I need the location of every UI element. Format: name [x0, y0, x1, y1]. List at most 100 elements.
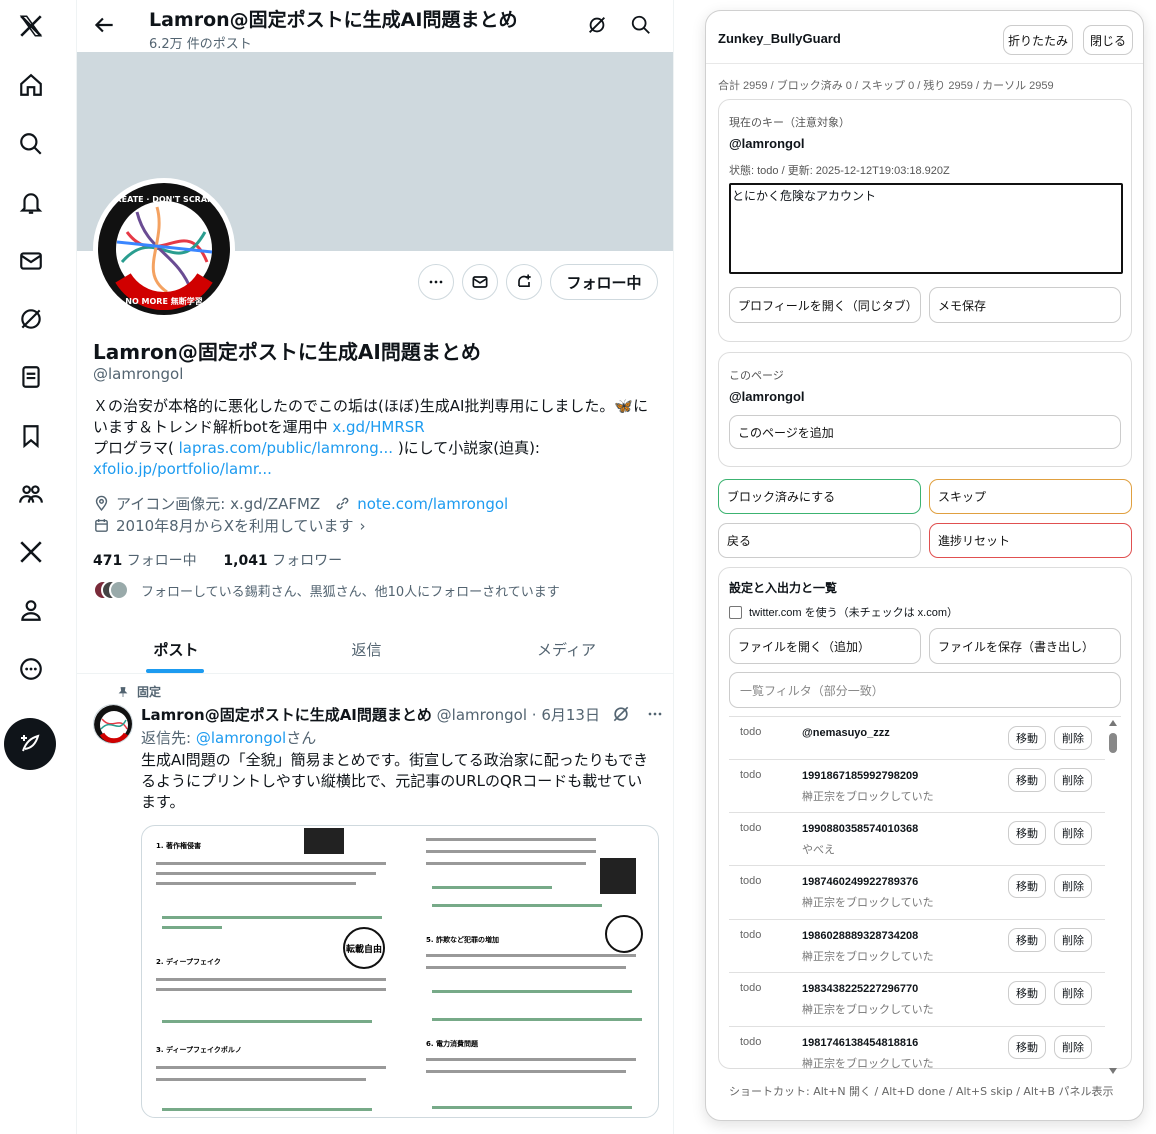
home-icon[interactable] [14, 68, 48, 102]
back-arrow-icon[interactable] [91, 12, 117, 38]
open-file-button[interactable]: ファイルを開く（追加） [729, 628, 921, 664]
message-button[interactable] [462, 264, 498, 300]
list-item: todo 1987460249922789376 榊正宗をブロックしていた 移動… [729, 866, 1105, 920]
following-label[interactable]: フォロー中 [127, 553, 197, 569]
following-count[interactable]: 471 [93, 553, 122, 569]
row-memo: 榊正宗をブロックしていた [802, 951, 934, 963]
memo-textarea[interactable]: とにかく危険なアカウント [729, 183, 1123, 274]
grok-icon[interactable] [14, 302, 48, 336]
save-file-button[interactable]: ファイルを保存（書き出し） [929, 628, 1121, 664]
grok-icon[interactable] [611, 704, 631, 724]
tab-posts[interactable]: ポスト [77, 624, 275, 674]
bio-link[interactable]: x.gd/HMRSR [332, 418, 424, 436]
followed-by-row[interactable]: フォローしている錫莉さん、黒狐さん、他10人にフォローされています [93, 578, 560, 602]
profile-name: Lamron@固定ポストに生成AI問題まとめ [93, 340, 481, 364]
profile-meta-row: アイコン画像元: x.gd/ZAFMZ note.com/lamrongol [93, 493, 508, 514]
row-key: 1986028889328734208 [802, 930, 919, 942]
list-item: todo 1986028889328734208 榊正宗をブロックしていた 移動… [729, 920, 1105, 973]
scroll-thumb[interactable] [1109, 733, 1117, 753]
close-button[interactable]: 閉じる [1083, 25, 1133, 55]
tab-replies[interactable]: 返信 [275, 624, 458, 674]
row-delete-button[interactable]: 削除 [1054, 768, 1092, 792]
row-delete-button[interactable]: 削除 [1054, 874, 1092, 898]
mark-blocked-button[interactable]: ブロック済みにする [718, 479, 921, 514]
add-page-button[interactable]: このページを追加 [729, 415, 1121, 449]
row-move-button[interactable]: 移動 [1008, 928, 1046, 952]
row-delete-button[interactable]: 削除 [1054, 981, 1092, 1005]
row-delete-button[interactable]: 削除 [1054, 928, 1092, 952]
bookmarks-icon[interactable] [14, 419, 48, 453]
skip-button[interactable]: スキップ [929, 479, 1132, 514]
compose-post-button[interactable] [4, 718, 56, 770]
followers-label[interactable]: フォロワー [272, 553, 342, 569]
communities-icon[interactable] [14, 477, 48, 511]
open-profile-button[interactable]: プロフィールを開く（同じタブ） [729, 287, 921, 323]
grok-icon[interactable] [586, 14, 608, 36]
back-button[interactable]: 戻る [718, 523, 921, 558]
tweet-author[interactable]: Lamron@固定ポストに生成AI問題まとめ [141, 706, 432, 724]
list-scrollbar[interactable] [1107, 717, 1119, 1076]
bio-link[interactable]: xfolio.jp/portfolio/lamr... [93, 460, 272, 478]
tweet-handle-date[interactable]: @lamrongol · 6月13日 [437, 706, 600, 724]
following-button[interactable]: フォロー中 [550, 264, 658, 300]
lists-icon[interactable] [14, 360, 48, 394]
scroll-down-arrow-icon[interactable] [1109, 1068, 1117, 1074]
reply-handle-link[interactable]: @lamrongol [196, 729, 286, 747]
envelope-icon [472, 276, 488, 288]
search-icon[interactable] [630, 14, 652, 36]
profile-joined-row[interactable]: 2010年8月からXを利用しています › [93, 515, 366, 536]
profile-icon[interactable] [14, 593, 48, 627]
tweet-image[interactable]: 1. 著作権侵害 2. ディープフェイク 3. ディープフェイクポルノ 転載自由… [141, 825, 659, 1118]
profile-avatar[interactable]: CREATE · DON'T SCRAPE NO MORE 無断学習 [93, 178, 235, 320]
row-delete-button[interactable]: 削除 [1054, 1035, 1092, 1059]
profile-bio: Ｘの治安が本格的に悪化したのでこの垢は(ほぼ)生成AI批判専用にしました。🦋に … [93, 396, 653, 480]
row-memo: 榊正宗をブロックしていた [802, 791, 934, 803]
calendar-icon [95, 519, 108, 532]
profile-location: アイコン画像元: x.gd/ZAFMZ [116, 495, 321, 513]
x-logo-icon[interactable] [14, 9, 48, 43]
followers-count[interactable]: 1,041 [223, 553, 267, 569]
image-heading: 1. 著作権侵害 [156, 841, 201, 850]
reset-progress-button[interactable]: 進捗リセット [929, 523, 1132, 558]
key-list: todo @nemasuyo_zzz 移動 削除 todo 1991867185… [729, 716, 1121, 1076]
search-icon[interactable] [14, 127, 48, 161]
row-move-button[interactable]: 移動 [1008, 768, 1046, 792]
row-move-button[interactable]: 移動 [1008, 981, 1046, 1005]
tweet-avatar[interactable] [93, 704, 133, 744]
row-move-button[interactable]: 移動 [1008, 1035, 1046, 1059]
more-dots-icon[interactable] [645, 704, 665, 724]
image-heading: 3. ディープフェイクポルノ [156, 1045, 242, 1054]
premium-x-icon[interactable] [14, 535, 48, 569]
list-item: todo 1990880358574010368 やべえ 移動 削除 [729, 813, 1105, 866]
panel-title: Zunkey_BullyGuard [718, 31, 841, 46]
row-delete-button[interactable]: 削除 [1054, 726, 1092, 750]
row-status: todo [740, 875, 762, 887]
filter-input[interactable]: 一覧フィルタ（部分一致） [729, 672, 1121, 708]
tab-media[interactable]: メディア [458, 624, 673, 674]
more-circle-icon[interactable] [14, 652, 48, 686]
settings-title: 設定と入出力と一覧 [729, 581, 838, 595]
row-memo: 榊正宗をブロックしていた [802, 1058, 934, 1070]
more-options-button[interactable] [418, 264, 454, 300]
collapse-button[interactable]: 折りたたみ [1003, 25, 1073, 55]
row-move-button[interactable]: 移動 [1008, 726, 1046, 750]
notifications-bell-icon[interactable] [14, 186, 48, 220]
row-move-button[interactable]: 移動 [1008, 874, 1046, 898]
row-delete-button[interactable]: 削除 [1054, 821, 1092, 845]
save-memo-button[interactable]: メモ保存 [929, 287, 1121, 323]
row-memo: 榊正宗をブロックしていた [802, 1004, 934, 1016]
profile-website[interactable]: note.com/lamrongol [357, 495, 508, 513]
messages-envelope-icon[interactable] [14, 244, 48, 278]
twitter-domain-checkbox[interactable] [729, 605, 742, 619]
row-key: 1981746138454818816 [802, 1037, 919, 1049]
notify-button[interactable] [506, 264, 542, 300]
status-line: 状態: todo / 更新: 2025-12-12T19:03:18.920Z [729, 165, 950, 177]
divider [706, 63, 1143, 64]
twitter-domain-label[interactable]: twitter.com を使う（未チェックは x.com） [749, 604, 958, 620]
bullyguard-panel: Zunkey_BullyGuard 折りたたみ 閉じる 合計 2959 / ブロ… [705, 10, 1144, 1121]
row-move-button[interactable]: 移動 [1008, 821, 1046, 845]
reply-suffix: さん [286, 729, 317, 747]
row-memo: 榊正宗をブロックしていた [802, 897, 934, 909]
bio-link[interactable]: lapras.com/public/lamrong... [179, 439, 393, 457]
scroll-up-arrow-icon[interactable] [1109, 720, 1117, 726]
